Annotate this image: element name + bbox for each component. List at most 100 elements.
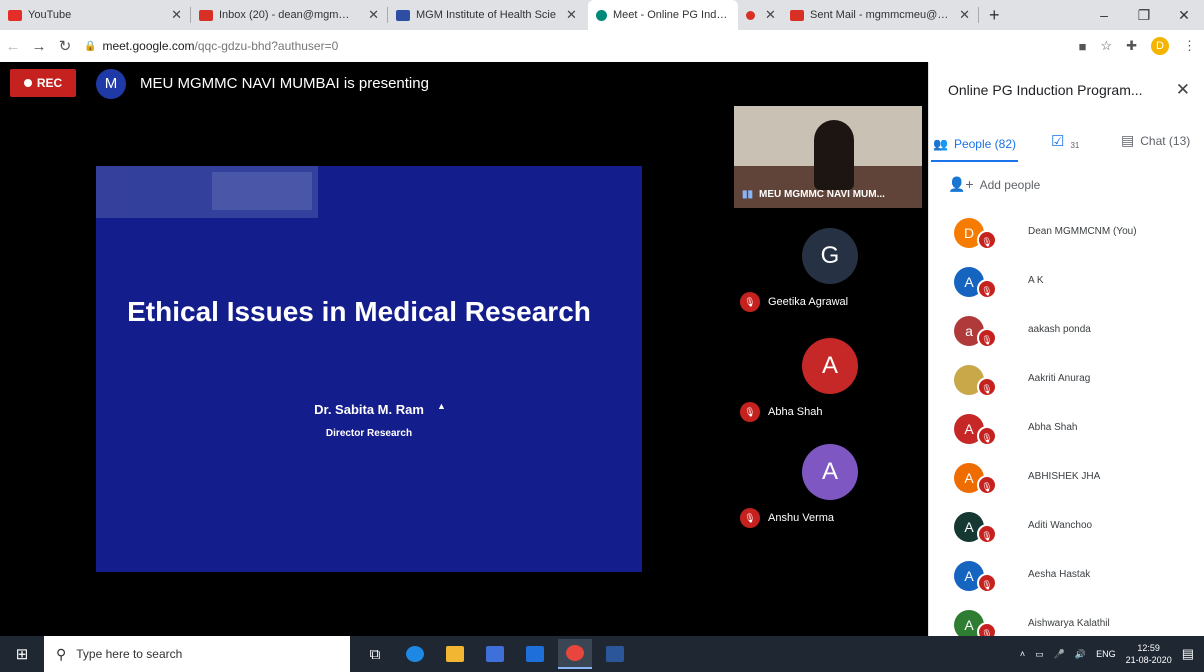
volume-icon[interactable]: 🔊 (1075, 649, 1086, 660)
menu-icon[interactable]: ⋮ (1183, 38, 1196, 54)
list-item[interactable]: A 🎙 Aditi Wanchoo (929, 506, 1204, 555)
close-tab-icon[interactable]: ✕ (765, 7, 776, 23)
tab-inbox[interactable]: Inbox (20) - dean@mgmmcn ✕ (191, 0, 387, 30)
mic-off-icon: 🎙 (977, 475, 997, 495)
tab-sent-mail[interactable]: Sent Mail - mgmmcmeu@gm ✕ (782, 0, 978, 30)
mic-icon[interactable]: 🎤 (1054, 649, 1065, 660)
list-item[interactable]: D 🎙 Dean MGMMCNM (You) (929, 212, 1204, 261)
rec-label: REC (36, 76, 63, 90)
list-item[interactable]: 🎙 Aakriti Anurag (929, 359, 1204, 408)
activities-count: 31 (1070, 140, 1080, 150)
mic-off-icon: 🎙 (740, 292, 760, 312)
meeting-title: Online PG Induction Program... (948, 82, 1143, 98)
people-icon: 👥 (933, 137, 948, 151)
url-field[interactable]: 🔒 meet.google.com/qqc-gdzu-bhd?authuser=… (84, 39, 338, 53)
participant-video (814, 120, 854, 190)
close-window-icon[interactable]: ✕ (1164, 0, 1204, 30)
participant-tile[interactable]: A 🎙 Anshu Verma (740, 444, 920, 534)
speaking-indicator-icon: ▮▮ (742, 189, 754, 200)
close-tab-icon[interactable]: ✕ (959, 7, 970, 23)
participant-name: Geetika Agrawal (768, 296, 849, 308)
gmail-icon (199, 9, 213, 21)
close-tab-icon[interactable]: ✕ (368, 7, 379, 23)
chat-icon: ▤ (1121, 132, 1135, 148)
close-tab-icon[interactable]: ✕ (566, 7, 577, 23)
chevron-up-icon[interactable]: ˄ (1020, 649, 1025, 659)
tab-meet[interactable]: Meet - Online PG Induct (588, 0, 738, 30)
browser-tab-strip: YouTube ✕ Inbox (20) - dean@mgmmcn ✕ MGM… (0, 0, 1204, 30)
word-icon[interactable] (598, 639, 632, 669)
file-explorer-icon[interactable] (438, 639, 472, 669)
mic-off-icon: 🎙 (977, 622, 997, 636)
participant-tile[interactable]: A 🎙 Abha Shah (740, 338, 920, 428)
tab-activities[interactable]: ☑ 31 (1051, 132, 1079, 150)
participant-avatar: A (802, 338, 858, 394)
tab-people[interactable]: 👥 People (82) (931, 128, 1018, 162)
tab-recording[interactable]: ✕ (738, 0, 782, 30)
minimize-icon[interactable]: – (1084, 0, 1124, 30)
close-panel-icon[interactable]: ✕ (1176, 80, 1190, 100)
tab-chat[interactable]: ▤ Chat (13) (1121, 132, 1190, 149)
system-tray: ˄ ▭ 🎤 🔊 ENG 12:59 21-08-2020 ▤ (1020, 636, 1204, 672)
participant-avatar: G (802, 228, 858, 284)
mouse-cursor-icon: ▲ (437, 401, 446, 411)
tab-title: Sent Mail - mgmmcmeu@gm (810, 9, 950, 21)
back-icon[interactable]: ← (0, 38, 26, 55)
checkbox-icon: ☑ (1051, 133, 1065, 150)
restore-icon[interactable]: ❐ (1124, 0, 1164, 30)
add-people-button[interactable]: 👤+ Add people (948, 176, 1040, 193)
new-tab-button[interactable]: + (979, 5, 1010, 26)
mic-off-icon: 🎙 (740, 508, 760, 528)
tab-title: Meet - Online PG Induct (613, 9, 730, 21)
mail-icon[interactable] (518, 639, 552, 669)
list-item[interactable]: A 🎙 ABHISHEK JHA (929, 457, 1204, 506)
taskbar: ⊞ ⚲ Type here to search ⧉ ˄ ▭ 🎤 🔊 ENG 12… (0, 636, 1204, 672)
clock[interactable]: 12:59 21-08-2020 (1126, 642, 1172, 666)
language-indicator[interactable]: ENG (1096, 649, 1116, 659)
mic-off-icon: 🎙 (740, 402, 760, 422)
tab-title: MGM Institute of Health Scie (416, 9, 556, 21)
calendar-icon (396, 9, 410, 21)
mic-off-icon: 🎙 (977, 230, 997, 250)
camera-icon[interactable]: ■ (1079, 39, 1087, 54)
close-tab-icon[interactable]: ✕ (171, 7, 182, 23)
notifications-icon[interactable]: ▤ (1182, 646, 1194, 662)
mic-off-icon: 🎙 (977, 279, 997, 299)
tab-mgm-institute[interactable]: MGM Institute of Health Scie ✕ (388, 0, 588, 30)
participant-name: Dean MGMMCNM (You) (1028, 226, 1137, 237)
youtube-icon (8, 9, 22, 21)
gmail-icon (790, 9, 804, 21)
store-icon[interactable] (478, 639, 512, 669)
address-bar: ← → ↻ 🔒 meet.google.com/qqc-gdzu-bhd?aut… (0, 30, 1204, 62)
participant-tile[interactable]: G 🎙 Geetika Agrawal (740, 228, 920, 318)
task-view-icon[interactable]: ⧉ (358, 639, 392, 669)
participant-name: Aakriti Anurag (1028, 373, 1091, 384)
list-item[interactable]: A 🎙 Abha Shah (929, 408, 1204, 457)
list-item[interactable]: A 🎙 Aesha Hastak (929, 555, 1204, 604)
mic-off-icon: 🎙 (977, 426, 997, 446)
list-item[interactable]: a 🎙 aakash ponda (929, 310, 1204, 359)
extensions-icon[interactable]: ✚ (1126, 38, 1137, 54)
edge-icon[interactable] (398, 639, 432, 669)
star-icon[interactable]: ☆ (1100, 38, 1112, 54)
reload-icon[interactable]: ↻ (52, 37, 78, 55)
chrome-icon[interactable] (558, 639, 592, 669)
participant-name: Anshu Verma (768, 512, 835, 524)
slide-role: Director Research (325, 428, 413, 439)
window-controls: – ❐ ✕ (1084, 0, 1204, 30)
recording-badge: REC (10, 69, 76, 97)
list-item[interactable]: A 🎙 Aishwarya Kalathil (929, 604, 1204, 636)
profile-avatar[interactable]: D (1151, 37, 1169, 55)
participant-name: Aesha Hastak (1028, 569, 1091, 580)
tab-youtube[interactable]: YouTube ✕ (0, 0, 190, 30)
taskbar-search-input[interactable]: ⚲ Type here to search (44, 636, 350, 672)
lock-icon: 🔒 (84, 40, 97, 52)
video-tile-meu[interactable]: ▮▮ MEU MGMMC NAVI MUM... (734, 106, 922, 208)
windows-start-icon[interactable]: ⊞ (0, 645, 44, 663)
network-icon[interactable]: ▭ (1035, 649, 1044, 660)
tab-title: YouTube (28, 9, 72, 21)
list-item[interactable]: A 🎙 A K (929, 261, 1204, 310)
participant-name: A K (1028, 275, 1044, 286)
meet-icon (596, 9, 607, 21)
forward-icon[interactable]: → (26, 38, 52, 55)
